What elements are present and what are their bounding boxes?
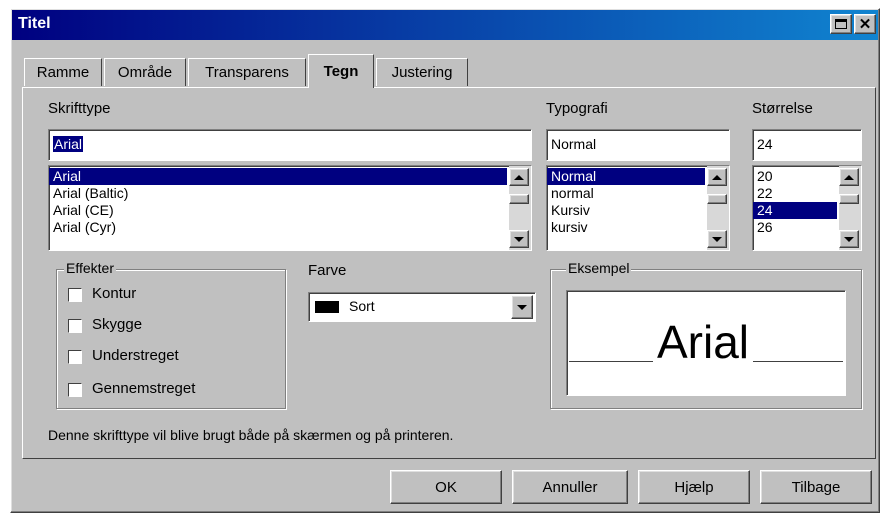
typeface-list[interactable]: Normal normal Kursiv kursiv [546, 165, 730, 251]
scroll-up-button[interactable] [509, 168, 529, 186]
scroll-up-button[interactable] [839, 168, 859, 186]
scroll-down-button[interactable] [509, 230, 529, 248]
list-item[interactable]: normal [547, 185, 705, 202]
list-item[interactable]: 26 [753, 219, 837, 236]
cancel-button[interactable]: Annuller [512, 470, 628, 504]
size-list-scrollbar[interactable] [839, 166, 861, 250]
tab-transparens[interactable]: Transparens [188, 58, 306, 86]
color-select[interactable]: Sort [308, 292, 536, 322]
color-dropdown-button[interactable] [511, 295, 533, 319]
window-title: Titel [18, 15, 51, 32]
typeface-input-value: Normal [551, 136, 597, 152]
strikethrough-label[interactable]: Gennemstreget [92, 380, 195, 397]
size-list[interactable]: 20 22 24 26 [752, 165, 862, 251]
close-icon: ✕ [858, 15, 872, 33]
arrow-down-icon [844, 237, 854, 242]
shadow-checkbox[interactable] [68, 319, 82, 333]
list-item[interactable]: kursiv [547, 219, 705, 236]
tab-label: Område [117, 64, 173, 81]
font-list[interactable]: Arial Arial (Baltic) Arial (CE) Arial (C… [48, 165, 532, 251]
strikethrough-checkbox[interactable] [68, 383, 82, 397]
list-item[interactable]: Arial (Baltic) [49, 185, 507, 202]
effects-group-label: Effekter [64, 260, 116, 276]
help-button-label: Hjælp [674, 478, 714, 496]
scroll-thumb[interactable] [509, 194, 529, 204]
font-input[interactable]: Arial [48, 129, 532, 161]
typeface-input[interactable]: Normal [546, 129, 730, 161]
tab-tegn[interactable]: Tegn [308, 54, 374, 88]
ok-button-label: OK [435, 478, 457, 496]
maximize-icon [835, 19, 847, 29]
preview-group-label: Eksempel [566, 260, 632, 276]
scroll-up-button[interactable] [707, 168, 727, 186]
list-item[interactable]: 22 [753, 185, 837, 202]
maximize-button[interactable] [830, 14, 852, 34]
list-item[interactable]: 20 [753, 168, 837, 185]
tab-label: Transparens [205, 64, 289, 81]
back-button[interactable]: Tilbage [760, 470, 872, 504]
list-item[interactable]: Normal [547, 168, 705, 185]
back-button-label: Tilbage [791, 478, 841, 496]
size-input-value: 24 [757, 136, 773, 152]
font-list-scrollbar[interactable] [509, 166, 531, 250]
typeface-label: Typografi [546, 100, 608, 117]
title-bar: Titel ✕ [12, 10, 878, 40]
tab-justering[interactable]: Justering [376, 58, 468, 86]
font-description: Denne skrifttype vil blive brugt både på… [48, 427, 454, 443]
typeface-list-scrollbar[interactable] [707, 166, 729, 250]
arrow-up-icon [844, 175, 854, 180]
size-label: Størrelse [752, 100, 813, 117]
list-item[interactable]: Arial [49, 168, 507, 185]
arrow-down-icon [712, 237, 722, 242]
list-item[interactable]: 24 [753, 202, 837, 219]
scroll-thumb[interactable] [839, 194, 859, 204]
arrow-up-icon [712, 175, 722, 180]
preview-text: Arial [653, 317, 754, 367]
tab-label: Tegn [323, 63, 359, 80]
tab-ramme[interactable]: Ramme [24, 58, 102, 86]
ok-button[interactable]: OK [390, 470, 502, 504]
scroll-down-button[interactable] [839, 230, 859, 248]
font-input-value: Arial [53, 136, 84, 152]
scroll-thumb[interactable] [707, 194, 727, 204]
tab-label: Ramme [36, 64, 90, 81]
list-item[interactable]: Arial (CE) [49, 202, 507, 219]
list-item[interactable]: Arial (Cyr) [49, 219, 507, 236]
font-label: Skrifttype [48, 100, 111, 117]
scroll-down-button[interactable] [707, 230, 727, 248]
color-label: Farve [308, 262, 347, 279]
contour-label[interactable]: Kontur [92, 285, 136, 302]
close-button[interactable]: ✕ [854, 14, 876, 34]
arrow-up-icon [514, 175, 524, 180]
contour-checkbox[interactable] [68, 288, 82, 302]
tab-omraade[interactable]: Område [104, 58, 186, 86]
underline-label[interactable]: Understreget [92, 347, 179, 364]
shadow-label[interactable]: Skygge [92, 316, 142, 333]
color-select-value: Sort [349, 298, 375, 314]
tab-label: Justering [391, 64, 453, 81]
help-button[interactable]: Hjælp [638, 470, 750, 504]
chevron-down-icon [517, 305, 527, 310]
preview-box: Arial [566, 290, 846, 396]
arrow-down-icon [514, 237, 524, 242]
color-swatch [315, 301, 339, 313]
list-item[interactable]: Kursiv [547, 202, 705, 219]
underline-checkbox[interactable] [68, 350, 82, 364]
size-input[interactable]: 24 [752, 129, 862, 161]
cancel-button-label: Annuller [542, 478, 598, 496]
